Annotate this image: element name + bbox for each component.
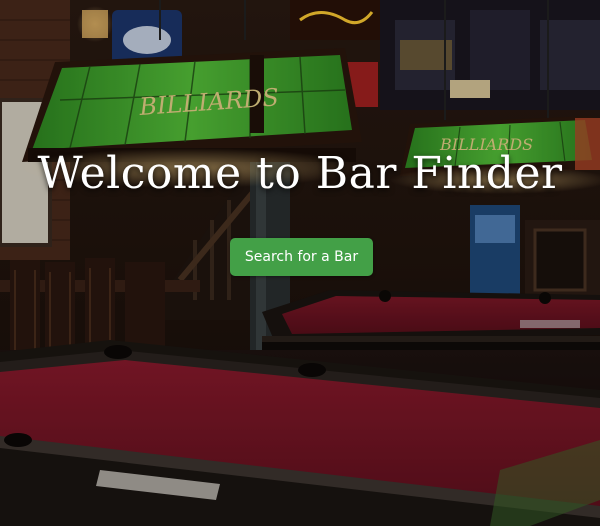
search-for-a-bar-button[interactable]: Search for a Bar [230,238,373,276]
hero-section: BILLIARDS BILLIARDS Welcome to Bar Finde… [0,0,600,526]
page-title: Welcome to Bar Finder [37,148,563,199]
